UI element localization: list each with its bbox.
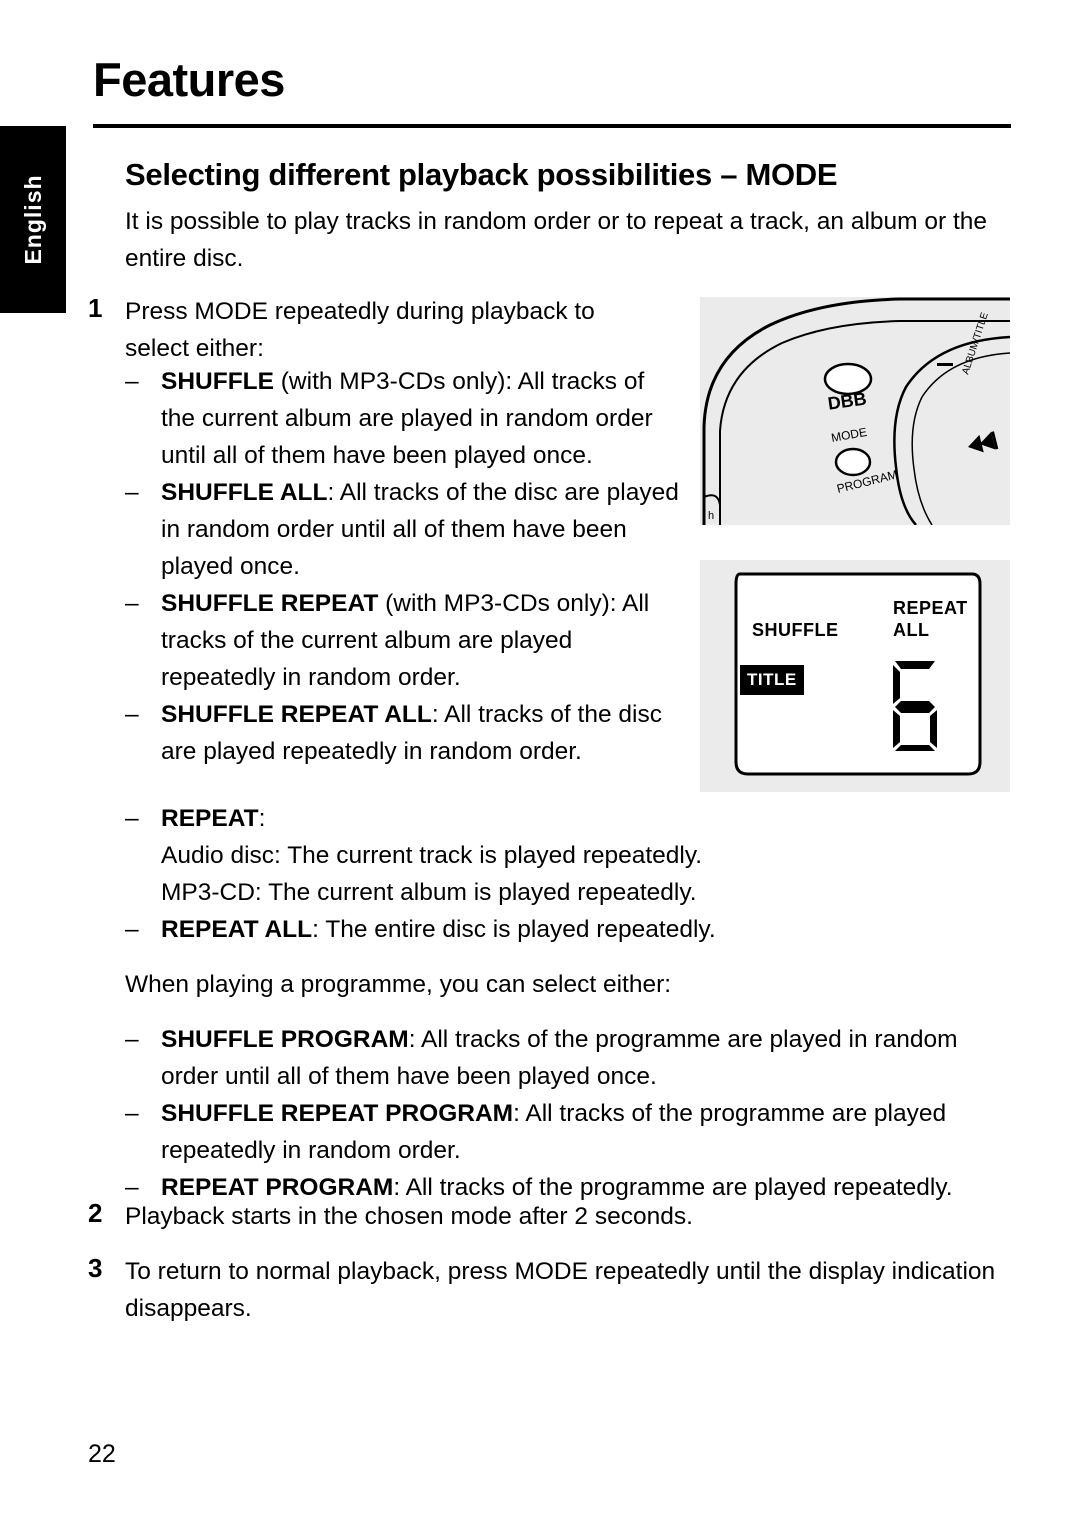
bullet-dash: –: [125, 1026, 139, 1053]
mode-label: MODE: [830, 425, 868, 445]
list-item: MP3-CD: The current album is played repe…: [125, 874, 1015, 911]
list-item: – REPEAT:: [125, 800, 1015, 837]
bullet-dash: –: [125, 916, 139, 943]
page-number: 22: [88, 1440, 116, 1468]
bullet-term: SHUFFLE REPEAT: [161, 590, 379, 617]
step-3-number: 3: [88, 1253, 103, 1283]
bullet-dash: –: [125, 701, 139, 728]
language-tab: English: [0, 126, 66, 313]
bullet-text: Audio disc: The current track is played …: [161, 842, 703, 869]
title-divider: [93, 124, 1011, 128]
bullet-text: :: [258, 805, 266, 832]
bullet-text: : All tracks of the programme are played…: [393, 1174, 953, 1201]
list-item: Audio disc: The current track is played …: [125, 837, 1015, 874]
bullet-term: REPEAT ALL: [161, 916, 313, 943]
list-item: – SHUFFLE PROGRAM: All tracks of the prog…: [125, 1021, 1015, 1095]
lcd-all-indicator: ALL: [893, 620, 930, 640]
dbb-label: DBB: [826, 388, 867, 413]
language-tab-label: English: [20, 174, 46, 265]
lcd-repeat-indicator: REPEAT: [893, 598, 968, 618]
list-item: – REPEAT ALL: The entire disc is played r…: [125, 911, 1015, 948]
lcd-digit-6: [893, 661, 937, 751]
bullet-term: SHUFFLE REPEAT ALL: [161, 701, 432, 728]
lcd-title-indicator: TITLE: [740, 665, 804, 695]
step-2-number: 2: [88, 1198, 103, 1228]
bullet-dash: –: [125, 805, 139, 832]
bullet-dash: –: [125, 590, 139, 617]
bullet-term: SHUFFLE: [161, 368, 274, 395]
player-controls-illustration: h DBB MODE PROGRAM ALBUM/TITLE: [702, 297, 1010, 525]
bullet-dash: –: [125, 479, 139, 506]
bullet-term: REPEAT: [161, 805, 259, 832]
figure-lcd-display: SHUFFLE REPEAT ALL TITLE: [700, 560, 1010, 792]
bullet-term: SHUFFLE ALL: [161, 479, 328, 506]
mode-options-list: – SHUFFLE (with MP3-CDs only): All tracks…: [125, 363, 685, 770]
bullet-text: : The entire disc is played repeatedly.: [312, 916, 716, 943]
intro-paragraph: It is possible to play tracks in random …: [125, 208, 987, 272]
step-2-text: Playback starts in the chosen mode after…: [125, 1203, 693, 1230]
page-title: Features: [93, 53, 285, 106]
step-1-text: Press MODE repeatedly during playback to…: [125, 298, 595, 362]
mid-paragraph: When playing a programme, you can select…: [125, 971, 672, 998]
bullet-term: SHUFFLE PROGRAM: [161, 1026, 409, 1053]
bullet-term: SHUFFLE REPEAT PROGRAM: [161, 1100, 514, 1127]
bullet-text: MP3-CD: The current album is played repe…: [161, 879, 697, 906]
figure-player-controls: h DBB MODE PROGRAM ALBUM/TITLE: [700, 297, 1010, 525]
bullet-dash: –: [125, 368, 139, 395]
list-item: – SHUFFLE REPEAT (with MP3-CDs only): All…: [125, 585, 685, 696]
step-3-text: To return to normal playback, press MODE…: [125, 1258, 996, 1322]
list-item: – SHUFFLE (with MP3-CDs only): All tracks…: [125, 363, 685, 474]
repeat-options-list: – REPEAT: Audio disc: The current track i…: [125, 800, 1015, 1206]
step-1-number: 1: [88, 293, 103, 323]
list-item: – SHUFFLE ALL: All tracks of the disc are…: [125, 474, 685, 585]
svg-text:h: h: [708, 510, 714, 522]
bullet-term: REPEAT PROGRAM: [161, 1174, 394, 1201]
lcd-shuffle-indicator: SHUFFLE: [752, 620, 839, 640]
list-item: – SHUFFLE REPEAT PROGRAM: All tracks of t…: [125, 1095, 1015, 1169]
bullet-dash: –: [125, 1100, 139, 1127]
list-item: – SHUFFLE REPEAT ALL: All tracks of the d…: [125, 696, 685, 770]
section-title: Selecting different playback possibiliti…: [125, 157, 838, 192]
previous-track-icon: [968, 431, 999, 453]
